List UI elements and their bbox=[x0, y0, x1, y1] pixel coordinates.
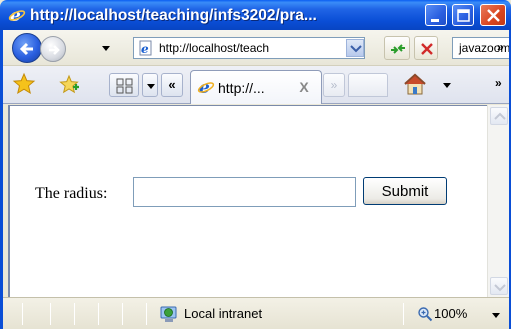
stop-icon bbox=[421, 43, 433, 55]
page-content: The radius: Submit bbox=[8, 105, 487, 297]
status-divider bbox=[146, 303, 147, 325]
back-button[interactable] bbox=[12, 33, 42, 63]
radius-label: The radius: bbox=[35, 185, 108, 202]
status-divider bbox=[98, 303, 99, 325]
favorites-star-icon[interactable] bbox=[12, 72, 36, 96]
chevron-up-icon bbox=[494, 112, 506, 120]
arrow-left-icon bbox=[19, 42, 33, 56]
svg-text:e: e bbox=[141, 42, 149, 56]
address-input[interactable]: http://localhost/teach bbox=[159, 38, 339, 58]
status-divider bbox=[50, 303, 51, 325]
radius-input[interactable] bbox=[133, 177, 356, 207]
add-favorites-icon[interactable] bbox=[58, 74, 80, 96]
tab-scroll-right-button[interactable]: » bbox=[323, 73, 345, 97]
address-toolbar: e http://localhost/teach javazoom bbox=[0, 30, 511, 66]
scroll-down-button[interactable] bbox=[490, 277, 508, 295]
close-icon bbox=[487, 9, 500, 22]
status-divider bbox=[74, 303, 75, 325]
home-dropdown-icon[interactable] bbox=[442, 80, 452, 90]
quick-tabs-button[interactable] bbox=[109, 73, 139, 97]
tab-close-button[interactable]: X bbox=[295, 77, 313, 97]
zoom-dropdown-icon[interactable] bbox=[491, 310, 501, 320]
home-icon[interactable] bbox=[402, 71, 428, 97]
tab-active[interactable]: e http://... X bbox=[190, 70, 322, 104]
title-bar[interactable]: e http://localhost/teaching/infs3202/pra… bbox=[0, 0, 511, 30]
stop-button[interactable] bbox=[414, 36, 438, 60]
local-intranet-icon bbox=[160, 306, 177, 322]
refresh-icon bbox=[391, 44, 405, 54]
quick-tabs-icon bbox=[116, 78, 133, 94]
ie-page-icon: e bbox=[197, 78, 215, 96]
tab-scroll-left-button[interactable]: « bbox=[161, 73, 183, 97]
tab-label: http://... bbox=[218, 80, 265, 96]
status-divider bbox=[22, 303, 23, 325]
tab-list-dropdown-button[interactable] bbox=[142, 73, 158, 97]
address-dropdown-button[interactable] bbox=[346, 39, 364, 57]
chevron-down-icon bbox=[350, 45, 362, 53]
ie-logo-icon: e bbox=[8, 6, 26, 24]
minimize-icon bbox=[431, 19, 439, 22]
refresh-button[interactable] bbox=[384, 36, 410, 60]
page-icon: e bbox=[139, 40, 152, 56]
status-divider bbox=[403, 303, 404, 325]
new-tab-button[interactable] bbox=[348, 73, 388, 97]
zoom-icon[interactable] bbox=[417, 306, 433, 322]
vertical-scrollbar[interactable] bbox=[487, 105, 509, 297]
chevron-down-icon bbox=[494, 284, 506, 292]
maximize-icon bbox=[457, 9, 470, 22]
browser-window: e http://localhost/teaching/infs3202/pra… bbox=[0, 0, 511, 329]
scroll-up-button[interactable] bbox=[490, 107, 508, 125]
submit-button[interactable]: Submit bbox=[363, 177, 447, 205]
window-frame-left bbox=[0, 30, 3, 329]
forward-button[interactable] bbox=[40, 36, 66, 62]
minimize-button[interactable] bbox=[425, 4, 447, 26]
status-bar: Local intranet 100% bbox=[3, 297, 509, 329]
tab-toolbar-overflow-button[interactable]: » bbox=[495, 76, 502, 90]
address-toolbar-overflow-button[interactable]: » bbox=[497, 40, 504, 54]
chevron-down-icon bbox=[147, 84, 155, 89]
security-zone-label[interactable]: Local intranet bbox=[184, 304, 262, 324]
recent-pages-dropdown-icon[interactable] bbox=[100, 42, 112, 54]
maximize-button[interactable] bbox=[452, 4, 474, 26]
status-divider bbox=[122, 303, 123, 325]
window-title: http://localhost/teaching/infs3202/pra..… bbox=[30, 7, 317, 24]
close-button[interactable] bbox=[480, 4, 506, 26]
tab-toolbar: « e http://... X » bbox=[0, 66, 511, 104]
address-bar[interactable]: e http://localhost/teach bbox=[133, 37, 365, 59]
arrow-right-icon bbox=[49, 45, 60, 55]
zoom-level-button[interactable]: 100% bbox=[434, 304, 467, 324]
